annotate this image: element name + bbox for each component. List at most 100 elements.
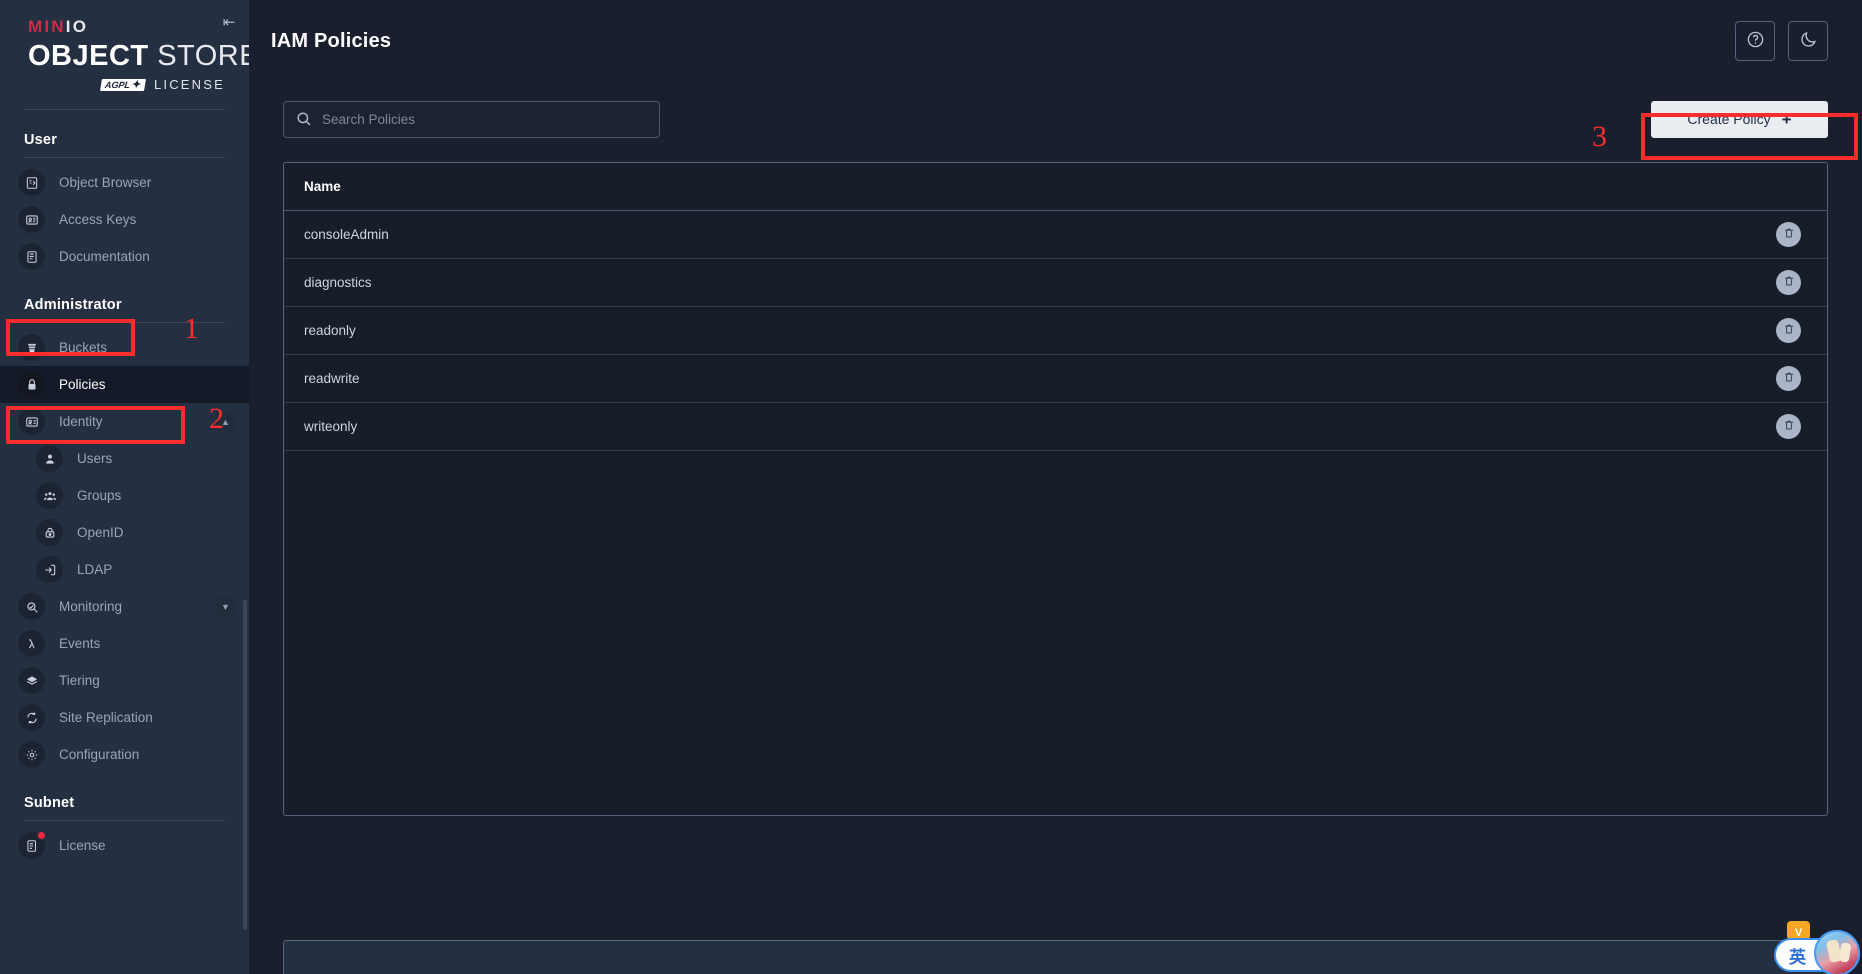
main-content: IAM Policies Search Policies Create Poli… [249,0,1862,974]
license-row: AGPL ✦ LICENSE [28,77,227,92]
table-row[interactable]: diagnostics [284,258,1827,307]
table-header-row: Name [284,163,1827,211]
delete-policy-button[interactable] [1776,222,1801,247]
plus-icon: + [1781,109,1792,129]
annotation-number-1: 1 [184,312,199,345]
sidebar-item-label: Events [59,635,101,651]
table-row[interactable]: readwrite [284,354,1827,403]
trash-icon [1783,323,1795,338]
sidebar-item-ldap[interactable]: LDAP [0,551,249,588]
search-policies-wrapper [283,100,660,138]
create-policy-button[interactable]: Create Policy + [1651,100,1828,138]
sidebar-item-label: License [59,837,106,853]
sidebar-item-label: OpenID [77,524,124,540]
license-notification-badge [37,831,46,840]
column-header-name: Name [284,163,1747,211]
sidebar-item-label: Configuration [59,746,140,762]
sidebar-item-label: Identity [59,413,103,429]
sidebar-item-label: Access Keys [59,211,137,227]
ime-avatar[interactable] [1814,930,1860,974]
row-actions [1747,306,1827,355]
agpl-badge: AGPL ✦ [99,78,146,91]
delete-policy-button[interactable] [1776,414,1801,439]
user-icon [36,445,63,472]
delete-policy-button[interactable] [1776,366,1801,391]
sidebar-item-object-browser[interactable]: Object Browser [0,164,249,201]
sidebar-item-license[interactable]: License [0,827,249,864]
sidebar-item-label: Tiering [59,672,100,688]
sidebar-item-label: Users [77,450,113,466]
sidebar-item-access-keys[interactable]: Access Keys [0,201,249,238]
search-policies-input[interactable] [283,100,660,138]
site-replication-icon [18,704,45,731]
chevron-down-icon[interactable]: ▼ [216,597,235,616]
sidebar-item-monitoring[interactable]: Monitoring ▼ [0,588,249,625]
page-title: IAM Policies [271,29,392,52]
table-head: Name [284,163,1827,211]
sidebar-item-label: LDAP [77,561,113,577]
trash-icon [1783,227,1795,242]
sidebar-section-administrator: Administrator [24,297,122,313]
table-row[interactable]: consoleAdmin [284,210,1827,259]
sidebar-item-label: Groups [77,487,122,503]
sidebar-item-buckets[interactable]: Buckets [0,329,249,366]
row-actions [1747,210,1827,259]
documentation-icon [18,243,45,270]
policy-name-cell: readonly [284,306,1747,355]
sidebar-item-tiering[interactable]: Tiering [0,662,249,699]
sidebar-item-policies[interactable]: Policies [0,366,249,403]
license-icon [18,831,46,859]
openid-lock-icon [36,519,63,546]
sidebar-item-groups[interactable]: Groups [0,477,249,514]
policies-lock-icon [18,371,45,398]
sidebar-item-events[interactable]: Events [0,625,249,662]
sidebar-item-users[interactable]: Users [0,440,249,477]
policy-name-cell: consoleAdmin [284,210,1747,259]
table-row[interactable]: writeonly [284,402,1827,451]
configuration-gear-icon [18,741,45,768]
dark-mode-moon-icon [1799,30,1818,52]
sidebar-item-label: Policies [59,376,106,392]
policy-name-cell: readwrite [284,354,1747,403]
trash-icon [1783,275,1795,290]
trash-icon [1783,371,1795,386]
sidebar-item-openid[interactable]: OpenID [0,514,249,551]
trash-icon [1783,419,1795,434]
delete-policy-button[interactable] [1776,270,1801,295]
license-word: LICENSE [153,77,225,92]
annotation-number-3: 3 [1592,120,1607,153]
minio-wordmark: MINIO [28,17,89,36]
header-actions [1735,21,1828,61]
row-actions [1747,402,1827,451]
row-actions [1747,258,1827,307]
policies-table-panel: Name consoleAdmin diagnostics readonly r… [283,162,1828,816]
brand-logo: MINIO OBJECT STORE AGPL ✦ LICENSE ⇤ [0,0,249,92]
tiering-layers-icon [18,667,45,694]
policy-name-cell: diagnostics [284,258,1747,307]
policies-table: Name consoleAdmin diagnostics readonly r… [284,163,1827,451]
help-button[interactable] [1735,21,1775,61]
dark-mode-toggle-button[interactable] [1788,21,1828,61]
sidebar-item-site-replication[interactable]: Site Replication [0,699,249,736]
events-lambda-icon [18,630,45,657]
policy-name-cell: writeonly [284,402,1747,451]
create-policy-label: Create Policy [1687,111,1771,127]
page-body: Create Policy + Name [249,82,1862,974]
collapse-sidebar-icon[interactable]: ⇤ [217,10,241,34]
delete-policy-button[interactable] [1776,318,1801,343]
sidebar-item-configuration[interactable]: Configuration [0,736,249,773]
sidebar-item-documentation[interactable]: Documentation [0,238,249,275]
table-row[interactable]: readonly [284,306,1827,355]
sidebar-section-subnet: Subnet [24,795,75,811]
monitoring-icon [18,593,45,620]
sidebar: MINIO OBJECT STORE AGPL ✦ LICENSE ⇤ User … [0,0,249,974]
groups-icon [36,482,63,509]
bottom-panel [283,940,1828,974]
help-circle-icon [1746,30,1765,52]
sidebar-scrollbar-track[interactable] [241,0,248,974]
sidebar-scrollbar-thumb[interactable] [243,600,247,930]
buckets-icon [18,334,45,361]
app-root: MINIO OBJECT STORE AGPL ✦ LICENSE ⇤ User … [0,0,1862,974]
sidebar-item-label: Monitoring [59,598,123,614]
sidebar-item-label: Object Browser [59,174,152,190]
